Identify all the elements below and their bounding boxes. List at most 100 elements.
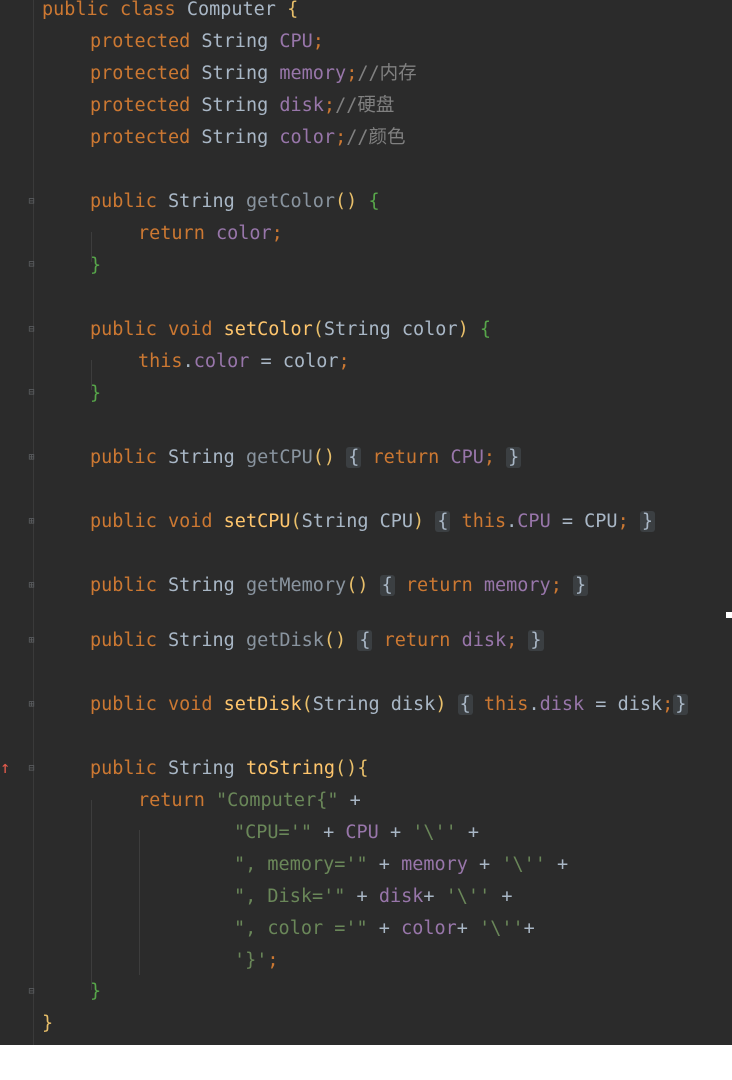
code-line-method-setColor[interactable]: public void setColor(String color) { [90, 314, 491, 346]
operator: + [423, 886, 446, 907]
code-line-return[interactable]: return "Computer{" + [138, 785, 361, 817]
code-line-concat[interactable]: '}'; [234, 945, 279, 977]
param: String CPU [301, 511, 414, 532]
code-line-field[interactable]: protected String memory;//内存 [90, 58, 417, 90]
code-line-assign[interactable]: this.color = color; [138, 346, 350, 378]
folded-region[interactable]: } [528, 630, 544, 651]
class-name: Computer [186, 0, 276, 20]
field-name: color [279, 127, 336, 148]
fold-icon[interactable]: ⊟ [26, 986, 37, 997]
type: String [167, 191, 235, 212]
fold-icon[interactable]: ⊟ [26, 324, 37, 335]
field-name: CPU [517, 511, 551, 532]
semicolon: ; [335, 127, 347, 148]
field-name: disk [378, 886, 424, 907]
semicolon: ; [346, 63, 358, 84]
code-line-method-setDisk[interactable]: public void setDisk(String disk) { this.… [90, 689, 689, 721]
operator: + [367, 854, 402, 875]
code-line-close[interactable]: } [90, 250, 101, 282]
screenshot-seam [726, 612, 732, 618]
code-line-concat[interactable]: ", Disk='" + disk+ '\'' + [234, 881, 513, 913]
operator: + [338, 790, 361, 811]
expand-icon[interactable]: ⊞ [26, 699, 37, 710]
code-line-close[interactable]: } [90, 976, 101, 1008]
keyword: return [383, 630, 451, 651]
folded-region[interactable]: } [506, 447, 522, 468]
folded-region[interactable]: } [673, 694, 689, 715]
string-literal: "CPU='" [234, 822, 312, 843]
fold-icon[interactable]: ⊟ [26, 387, 37, 398]
comment: //内存 [357, 63, 417, 84]
semicolon: ; [483, 447, 495, 468]
folded-region[interactable]: { [379, 575, 395, 596]
folded-region[interactable]: } [639, 511, 655, 532]
semicolon: ; [338, 351, 350, 372]
code-line-return[interactable]: return color; [138, 218, 283, 250]
operator: = [584, 694, 618, 715]
code-line-concat[interactable]: ", color ='" + color+ '\''+ [234, 913, 535, 945]
keyword: this [483, 694, 529, 715]
type: String [323, 319, 391, 340]
keyword: public [42, 0, 109, 20]
comment: //颜色 [346, 127, 406, 148]
code-line-method-getDisk[interactable]: public String getDisk() { return disk; } [90, 625, 544, 657]
code-line-class-close[interactable]: } [42, 1008, 53, 1040]
brace: { [357, 758, 369, 779]
operator: = [249, 351, 283, 372]
param: color [401, 319, 458, 340]
code-line-field[interactable]: protected String disk;//硬盘 [90, 90, 394, 122]
fold-icon[interactable]: ⊟ [26, 259, 37, 270]
code-line-concat[interactable]: ", memory='" + memory + '\'' + [234, 849, 568, 881]
expand-icon[interactable]: ⊞ [26, 635, 37, 646]
paren: ( [312, 319, 324, 340]
semicolon: ; [271, 223, 283, 244]
code-line-method-getCPU[interactable]: public String getCPU() { return CPU; } [90, 442, 522, 474]
semicolon: ; [506, 630, 518, 651]
type: String [201, 31, 269, 52]
code-line-method-getColor[interactable]: public String getColor() { [90, 186, 380, 218]
fold-icon[interactable]: ⊟ [26, 196, 37, 207]
value: color [282, 351, 339, 372]
code-line-close[interactable]: } [90, 378, 101, 410]
code-line-field[interactable]: protected String CPU; [90, 26, 324, 58]
code-line-method-setCPU[interactable]: public void setCPU(String CPU) { this.CP… [90, 506, 655, 538]
code-line-method-getMemory[interactable]: public String getMemory() { return memor… [90, 570, 589, 602]
fold-icon[interactable]: ⊟ [26, 763, 37, 774]
string-literal: ", color ='" [234, 918, 368, 939]
param: String disk [312, 694, 436, 715]
field-name: color [193, 351, 250, 372]
method-name: setCPU [223, 511, 291, 532]
brace: } [90, 981, 102, 1002]
operator: + [311, 822, 346, 843]
code-line-method-toString[interactable]: public String toString(){ [90, 753, 368, 785]
folded-region[interactable]: { [435, 511, 451, 532]
expand-icon[interactable]: ⊞ [26, 452, 37, 463]
field-name: color [401, 918, 457, 939]
indent-guide [139, 830, 140, 975]
field-name: memory [483, 575, 551, 596]
expand-icon[interactable]: ⊞ [26, 516, 37, 527]
type: String [201, 63, 269, 84]
parens: () [346, 575, 369, 596]
field-name: memory [401, 854, 468, 875]
folded-region[interactable]: { [346, 447, 362, 468]
folded-region[interactable]: { [457, 694, 473, 715]
code-editor[interactable]: ⊟ ⊟ ⊟ ⊟ ⊞ ⊞ ⊞ ⊞ ⊞ ⊟ ⊟ ↑ public class Com… [0, 0, 732, 1045]
keyword: protected [90, 95, 191, 116]
code-line-field[interactable]: protected String color;//颜色 [90, 122, 405, 154]
code-line-concat[interactable]: "CPU='" + CPU + '\'' + [234, 817, 479, 849]
field-name: CPU [450, 447, 484, 468]
dot: . [506, 511, 518, 532]
paren: ) [413, 511, 425, 532]
field-name: CPU [345, 822, 379, 843]
method-name: setDisk [223, 694, 302, 715]
value: disk [617, 694, 663, 715]
keyword: return [138, 223, 205, 244]
expand-icon[interactable]: ⊞ [26, 580, 37, 591]
folded-region[interactable]: { [357, 630, 373, 651]
paren: ( [290, 511, 302, 532]
folded-region[interactable]: } [572, 575, 589, 596]
override-arrow-icon[interactable]: ↑ [0, 760, 10, 777]
semicolon: ; [323, 95, 336, 116]
code-line-class-decl[interactable]: public class Computer { [42, 0, 298, 26]
